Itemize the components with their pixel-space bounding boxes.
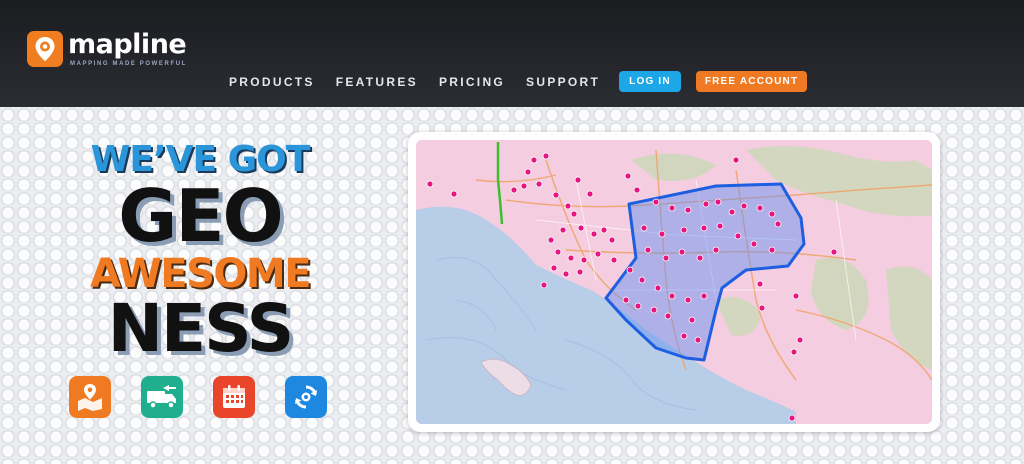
headline-line-1: WE’VE GOT [90,139,311,180]
calendar-icon[interactable] [213,376,255,418]
territory-map[interactable] [416,140,932,424]
nav-features[interactable]: FEATURES [336,75,418,89]
feature-icons [69,376,357,418]
delivery-truck-icon[interactable] [141,376,183,418]
map-preview-card [408,132,940,432]
headline-line-4: NESS [107,290,294,367]
free-account-button[interactable]: FREE ACCOUNT [695,71,808,92]
brand-tagline: MAPPING MADE POWERFUL [70,61,187,67]
map-route-icon[interactable] [69,376,111,418]
headline-line-2: GEO [118,174,284,258]
login-button[interactable]: LOG IN [619,71,681,92]
headline-line-3: AWESOME [89,251,312,297]
nav-products[interactable]: PRODUCTS [229,75,315,89]
hero-headline: WE’VE GOT GEO AWESOME NESS [55,142,345,362]
sync-icon[interactable] [285,376,327,418]
map-graphic [416,140,932,424]
nav-pricing[interactable]: PRICING [439,75,505,89]
site-header: mapline MAPPING MADE POWERFUL PRODUCTS F… [0,0,1024,107]
brand-name: mapline [68,29,187,60]
logo-pin-icon [27,31,63,67]
brand-logo[interactable]: mapline MAPPING MADE POWERFUL [27,31,187,67]
nav-support[interactable]: SUPPORT [526,75,600,89]
main-nav: PRODUCTS FEATURES PRICING SUPPORT LOG IN… [229,71,808,92]
